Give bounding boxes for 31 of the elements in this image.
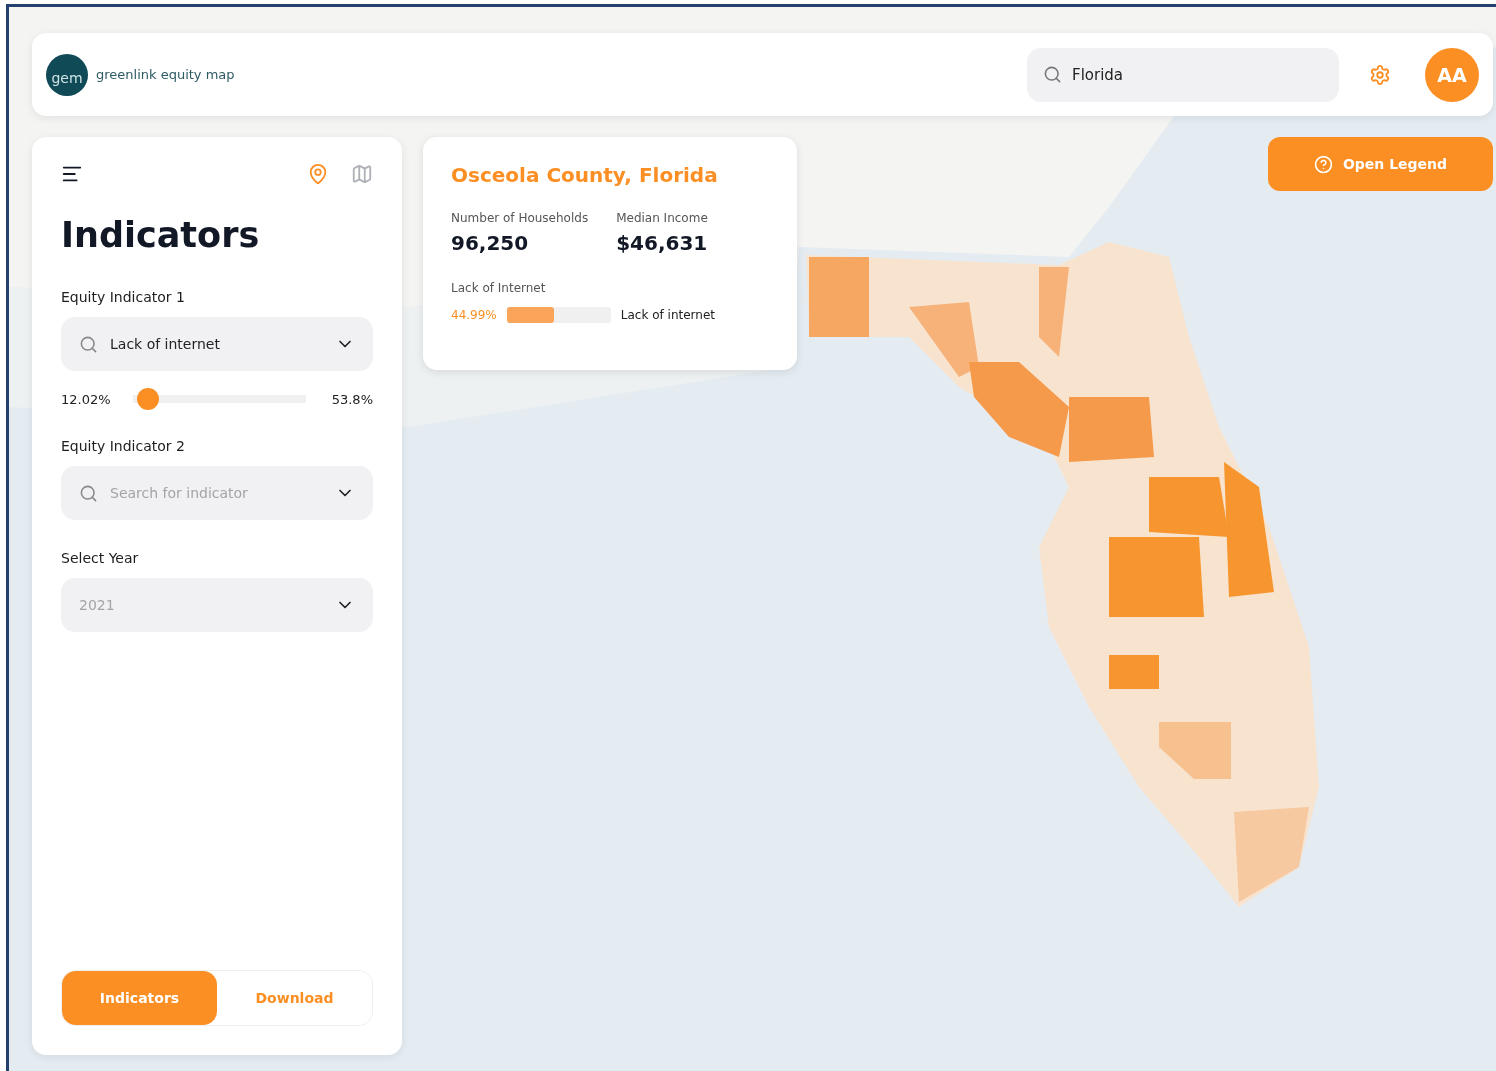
stat-label: Number of Households [451, 211, 589, 225]
field-label: Equity Indicator 1 [61, 289, 186, 305]
indicator-select[interactable]: Search for indicator [61, 466, 373, 520]
bar-reading: 44.99% [451, 308, 497, 322]
bar-name: Lack of internet [620, 308, 715, 322]
open-legend-button[interactable]: Open Legend [1268, 137, 1493, 191]
user-avatar[interactable]: AA [1425, 47, 1479, 102]
map-icon[interactable] [351, 163, 373, 185]
settings-icon[interactable] [1369, 63, 1391, 86]
stat-value: $46,631 [616, 231, 708, 255]
panel-tab[interactable]: Indicators [62, 971, 217, 1025]
bar-label: Lack of Internet [451, 281, 547, 295]
search-field[interactable]: Florida [1027, 47, 1339, 102]
help-icon [1313, 154, 1333, 174]
slider-thumb[interactable] [137, 388, 160, 410]
logo-mark: gem [46, 53, 88, 96]
year-select[interactable]: 2021 [61, 578, 373, 632]
county-title: Osceola County, Florida [451, 163, 719, 187]
panel-title: Indicators [61, 215, 261, 255]
range-max: 53.8% [331, 391, 373, 407]
field-label: Select Year [61, 550, 140, 566]
stat-value: 96,250 [451, 231, 530, 255]
stat-label: Median Income [616, 211, 708, 225]
search-icon [79, 334, 98, 354]
indicator-select[interactable]: Lack of internet [61, 317, 373, 371]
range-min: 12.02% [61, 391, 111, 407]
location-pin-icon[interactable] [307, 163, 329, 185]
search-icon [1043, 65, 1062, 84]
field-label: Equity Indicator 2 [61, 438, 186, 454]
logo-text: greenlink equity map [96, 67, 235, 82]
search-icon [79, 483, 98, 503]
